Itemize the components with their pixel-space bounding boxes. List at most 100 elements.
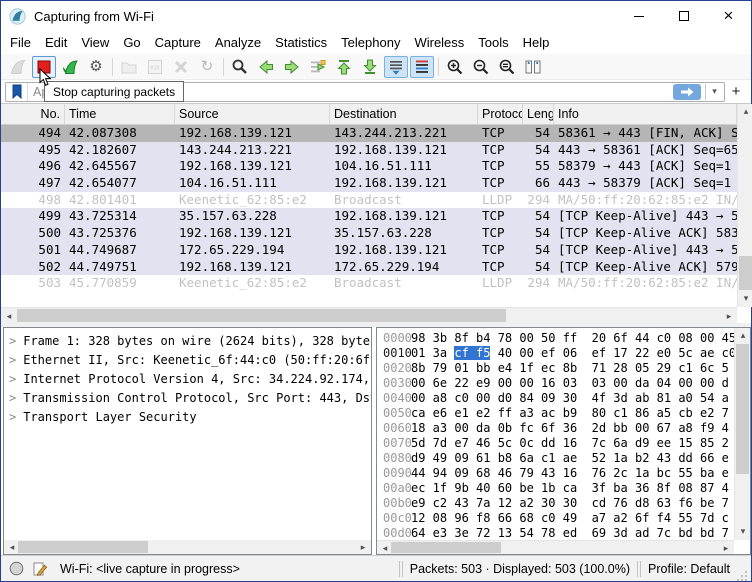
cell-no: 501: [1, 242, 65, 259]
hscroll-thumb[interactable]: [391, 542, 501, 553]
scroll-right-icon[interactable]: ▸: [355, 540, 371, 554]
menu-file[interactable]: File: [3, 32, 38, 53]
scroll-down-icon[interactable]: ▾: [735, 524, 751, 540]
hex-offset: 0050: [377, 406, 411, 421]
packet-row-494[interactable]: 49442.087308192.168.139.121143.244.213.2…: [1, 125, 737, 142]
scroll-right-icon[interactable]: ▸: [718, 541, 734, 555]
hex-row-0010[interactable]: 001001 3a cf f5 40 00 ef 06 ef 17 22 e0 …: [377, 346, 734, 361]
packet-list-hscrollbar[interactable]: ◂ ▸: [1, 307, 737, 323]
find-packet-button[interactable]: [228, 56, 252, 78]
menu-capture[interactable]: Capture: [148, 32, 208, 53]
menu-edit[interactable]: Edit: [38, 32, 74, 53]
detail-row-1[interactable]: >Ethernet II, Src: Keenetic_6f:44:c0 (50…: [4, 351, 371, 370]
hex-row-0070[interactable]: 00705d 7d e7 46 5c 0c dd 16 7c 6a d9 ee …: [377, 436, 734, 451]
hex-row-0000[interactable]: 000098 3b 8f b4 78 00 50 ff 20 6f 44 c0 …: [377, 331, 734, 346]
colorize-button[interactable]: [410, 56, 434, 78]
column-header-info[interactable]: Info: [554, 104, 737, 125]
hex-row-00b0[interactable]: 00b0e9 c2 43 7a 12 a2 30 30 cd 76 d8 63 …: [377, 496, 734, 511]
column-header-time[interactable]: Time: [65, 104, 175, 125]
go-forward-button[interactable]: [280, 56, 304, 78]
apply-filter-button[interactable]: [673, 84, 701, 100]
hex-row-0020[interactable]: 00208b 79 01 bb e4 1f ec 8b 71 28 05 29 …: [377, 361, 734, 376]
expand-chevron-icon[interactable]: >: [9, 334, 16, 348]
packet-row-499[interactable]: 49943.72531435.157.63.228192.168.139.121…: [1, 208, 737, 225]
close-button[interactable]: ×: [706, 1, 751, 31]
column-header-no[interactable]: No.: [1, 104, 65, 125]
hex-row-0060[interactable]: 006018 a3 00 da 0b fc 6f 36 2d bb 00 67 …: [377, 421, 734, 436]
auto-scroll-button[interactable]: [384, 56, 408, 78]
packet-row-503[interactable]: 50345.770859Keenetic_62:85:e2BroadcastLL…: [1, 275, 737, 292]
expand-chevron-icon[interactable]: >: [9, 353, 16, 367]
menu-view[interactable]: View: [74, 32, 116, 53]
expand-chevron-icon[interactable]: >: [9, 391, 16, 405]
bytes-hscrollbar[interactable]: ◂ ▸: [377, 540, 734, 554]
vscroll-thumb[interactable]: [736, 344, 749, 474]
minimize-button[interactable]: [616, 1, 661, 31]
zoom-in-button[interactable]: [443, 56, 467, 78]
menu-tools[interactable]: Tools: [471, 32, 515, 53]
filter-dropdown-button[interactable]: ▾: [705, 84, 723, 100]
capture-options-button[interactable]: ⚙: [84, 56, 108, 78]
add-filter-button-button[interactable]: +: [725, 83, 747, 100]
hex-row-00c0[interactable]: 00c012 08 96 f8 66 68 c0 49 a7 a2 6f f4 …: [377, 511, 734, 526]
packet-row-495[interactable]: 49542.182607143.244.213.221192.168.139.1…: [1, 142, 737, 159]
go-to-packet-button[interactable]: [306, 56, 330, 78]
zoom-reset-button[interactable]: [495, 56, 519, 78]
menu-analyze[interactable]: Analyze: [208, 32, 268, 53]
packet-list-vscrollbar[interactable]: ▴ ▾: [737, 104, 752, 307]
hex-row-00d0[interactable]: 00d064 e3 3e 72 13 54 78 ed 69 3d ad 7c …: [377, 526, 734, 540]
resize-columns-button[interactable]: [521, 56, 545, 78]
menu-go[interactable]: Go: [116, 32, 147, 53]
cell-info: [TCP Keep-Alive ACK] 5837: [554, 225, 737, 242]
cell-info: 58379 → 443 [ACK] Seq=1 A: [554, 158, 737, 175]
column-header-protocol[interactable]: Protocol: [478, 104, 523, 125]
menu-telephony[interactable]: Telephony: [334, 32, 407, 53]
stop-capture-button[interactable]: [32, 56, 56, 78]
bytes-vscrollbar[interactable]: ▴ ▾: [734, 328, 750, 540]
scroll-right-icon[interactable]: ▸: [721, 308, 737, 324]
hex-row-00a0[interactable]: 00a0ec 1f 9b 40 60 be 1b ca 3f ba 36 8f …: [377, 481, 734, 496]
restart-capture-button[interactable]: [58, 56, 82, 78]
scroll-up-icon[interactable]: ▴: [735, 328, 751, 344]
hscroll-thumb[interactable]: [17, 309, 506, 322]
go-first-button[interactable]: [332, 56, 356, 78]
profile-label[interactable]: Profile: Default: [648, 562, 730, 576]
detail-row-3[interactable]: >Transmission Control Protocol, Src Port…: [4, 389, 371, 408]
packet-row-497[interactable]: 49742.654077104.16.51.111192.168.139.121…: [1, 175, 737, 192]
column-header-length[interactable]: Length: [523, 104, 554, 125]
column-header-source[interactable]: Source: [175, 104, 330, 125]
vscroll-thumb[interactable]: [739, 256, 752, 290]
expert-info-button[interactable]: [9, 561, 24, 576]
go-last-button[interactable]: [358, 56, 382, 78]
scroll-down-icon[interactable]: ▾: [738, 291, 752, 307]
scroll-up-icon[interactable]: ▴: [738, 104, 752, 120]
detail-row-2[interactable]: >Internet Protocol Version 4, Src: 34.22…: [4, 370, 371, 389]
packet-row-500[interactable]: 50043.725376192.168.139.12135.157.63.228…: [1, 225, 737, 242]
capture-comment-button[interactable]: [32, 561, 48, 577]
go-back-button[interactable]: [254, 56, 278, 78]
menu-statistics[interactable]: Statistics: [268, 32, 334, 53]
packet-row-496[interactable]: 49642.645567192.168.139.121104.16.51.111…: [1, 158, 737, 175]
packet-row-501[interactable]: 50144.749687172.65.229.194192.168.139.12…: [1, 242, 737, 259]
hex-row-0050[interactable]: 0050ca e6 e1 e2 ff a3 ac b9 80 c1 86 a5 …: [377, 406, 734, 421]
column-header-destination[interactable]: Destination: [330, 104, 478, 125]
expand-chevron-icon[interactable]: >: [9, 410, 16, 424]
scroll-left-icon[interactable]: ◂: [1, 308, 17, 324]
expand-chevron-icon[interactable]: >: [9, 372, 16, 386]
zoom-out-button[interactable]: [469, 56, 493, 78]
maximize-button[interactable]: [661, 1, 706, 31]
packet-row-502[interactable]: 50244.749751192.168.139.121172.65.229.19…: [1, 259, 737, 276]
filter-bookmark-button[interactable]: [6, 83, 28, 101]
resize-grip-icon[interactable]: [736, 569, 748, 581]
menu-wireless[interactable]: Wireless: [407, 32, 471, 53]
detail-row-4[interactable]: >Transport Layer Security: [4, 408, 371, 427]
hex-row-0080[interactable]: 0080d9 49 09 61 b8 6a c1 ae 52 1a b2 43 …: [377, 451, 734, 466]
menu-help[interactable]: Help: [516, 32, 557, 53]
hex-row-0030[interactable]: 003000 6e 22 e9 00 00 16 03 03 00 da 04 …: [377, 376, 734, 391]
details-hscrollbar[interactable]: ◂ ▸: [4, 540, 371, 554]
detail-row-0[interactable]: >Frame 1: 328 bytes on wire (2624 bits),…: [4, 332, 371, 351]
packet-row-498[interactable]: 49842.801401Keenetic_62:85:e2BroadcastLL…: [1, 192, 737, 209]
hex-row-0040[interactable]: 004000 a8 c0 00 d0 84 09 30 4f 3d ab 81 …: [377, 391, 734, 406]
hscroll-thumb[interactable]: [18, 541, 148, 553]
hex-row-0090[interactable]: 009044 94 09 68 46 79 43 16 76 2c 1a bc …: [377, 466, 734, 481]
